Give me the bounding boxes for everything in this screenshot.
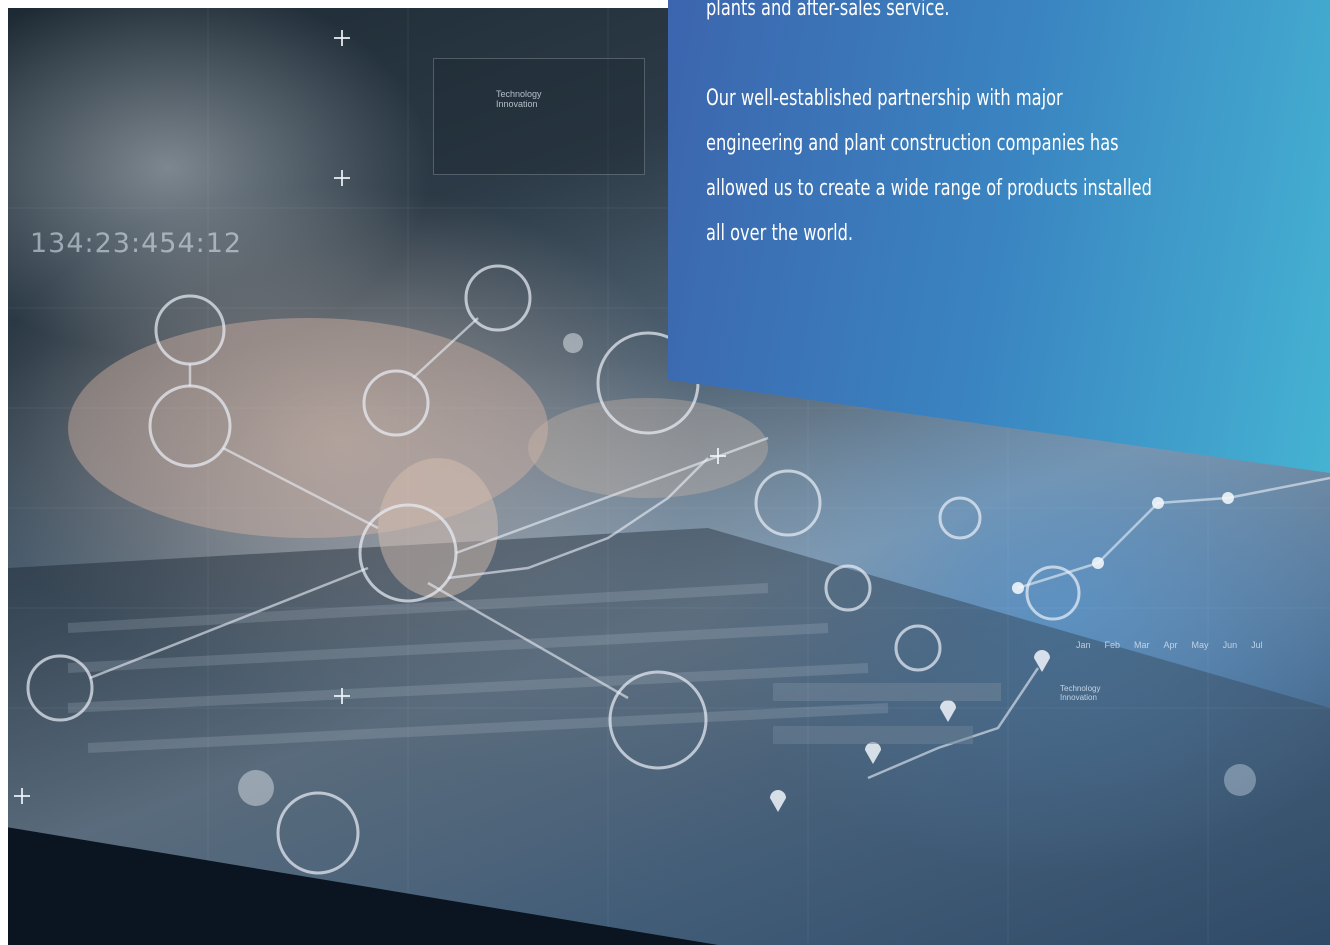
month-label: Feb (1104, 640, 1121, 650)
month-label: Apr (1163, 640, 1178, 650)
top-border (0, 0, 668, 8)
month-label: Jun (1222, 640, 1238, 650)
month-label: Mar (1134, 640, 1150, 650)
info-line: allowed us to create a wide range of pro… (706, 176, 1152, 201)
info-text: plants and after-sales service. Our well… (706, 0, 1198, 256)
overlay-timestamp: 134:23:454:12 (30, 228, 243, 259)
info-paragraph-1: plants and after-sales service. (706, 0, 950, 21)
month-axis: Jan Feb Mar Apr May Jun Jul (1076, 640, 1263, 650)
info-line: engineering and plant construction compa… (706, 131, 1119, 156)
info-line: Our well-established partnership with ma… (706, 86, 1063, 111)
bubble-label: Technology Innovation (1060, 684, 1101, 702)
month-label: May (1191, 640, 1209, 650)
info-paragraph-2: Our well-established partnership with ma… (706, 76, 1296, 256)
page: 134:23:454:12 Technology Innovation Tech… (0, 0, 1330, 945)
info-line: all over the world. (706, 221, 854, 246)
left-border (0, 0, 8, 945)
month-label: Jul (1251, 640, 1263, 650)
screen-card: Technology Innovation (433, 58, 645, 175)
month-label: Jan (1076, 640, 1091, 650)
screen-card-title: Technology Innovation (496, 89, 542, 109)
